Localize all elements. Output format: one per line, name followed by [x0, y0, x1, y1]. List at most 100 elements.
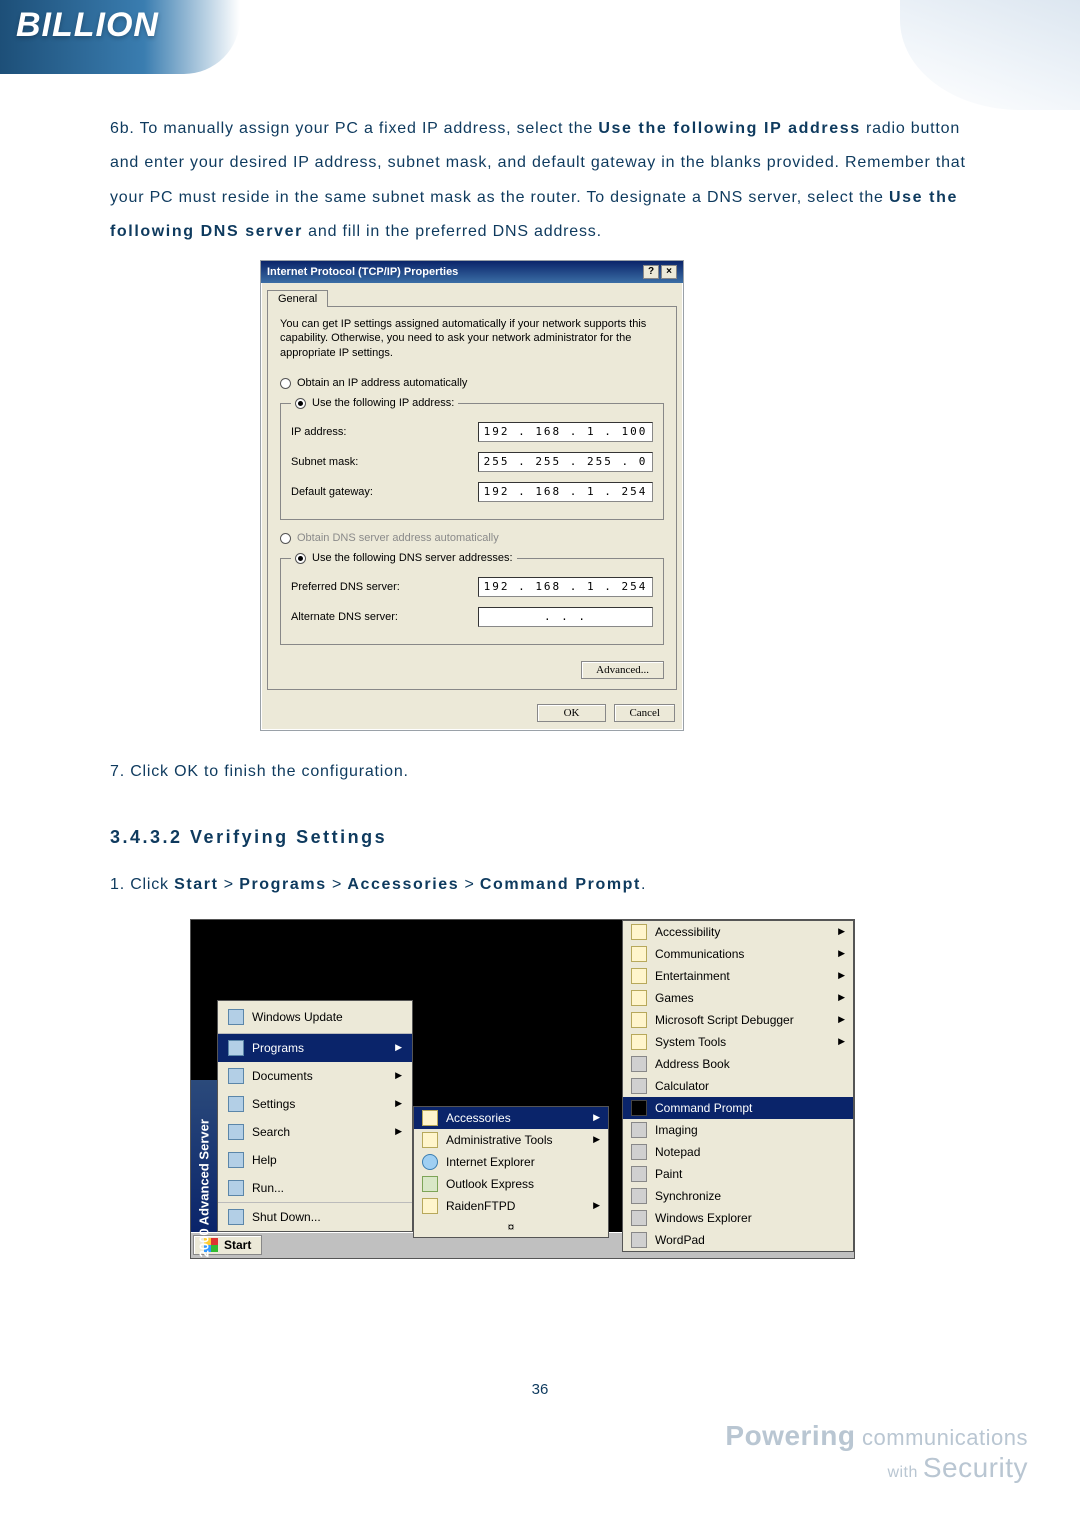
program-icon [631, 1144, 647, 1160]
alternate-dns-input[interactable]: . . . [478, 607, 653, 627]
accessories-item[interactable]: Windows Explorer [623, 1207, 853, 1229]
preferred-dns-input[interactable]: 192 . 168 . 1 . 254 [478, 577, 653, 597]
programs-item[interactable]: Outlook Express [414, 1173, 608, 1195]
program-icon [631, 1210, 647, 1226]
menu-item-label: Accessories [446, 1111, 511, 1125]
accessories-item[interactable]: Microsoft Script Debugger▶ [623, 1009, 853, 1031]
submenu-arrow-icon: ▶ [838, 1036, 845, 1047]
default-gateway-input[interactable]: 192 . 168 . 1 . 254 [478, 482, 653, 502]
accessories-item[interactable]: Command Prompt [623, 1097, 853, 1119]
program-icon [422, 1176, 438, 1192]
dialog-description: You can get IP settings assigned automat… [280, 317, 664, 362]
ok-button[interactable]: OK [537, 704, 607, 722]
desktop-area: Accessibility▶Communications▶Entertainme… [191, 920, 854, 1232]
group-use-dns: Use the following DNS server addresses: … [280, 552, 664, 645]
menu-item-label: Administrative Tools [446, 1133, 553, 1147]
radio-label: Use the following DNS server addresses: [312, 552, 513, 564]
menu-item-label: WordPad [655, 1233, 705, 1247]
radio-use-following-ip[interactable]: Use the following IP address: [291, 397, 458, 409]
start-item-icon [228, 1152, 244, 1168]
radio-icon [295, 553, 306, 564]
accessories-item[interactable]: Calculator [623, 1075, 853, 1097]
cancel-button[interactable]: Cancel [614, 704, 675, 722]
programs-item[interactable]: Accessories▶ [414, 1107, 608, 1129]
menu-item-label: Games [655, 991, 694, 1005]
accessories-item[interactable]: Communications▶ [623, 943, 853, 965]
text-run: and fill in the preferred DNS address. [303, 223, 602, 240]
accessories-item[interactable]: WordPad [623, 1229, 853, 1251]
program-icon [631, 924, 647, 940]
start-item-icon [228, 1009, 244, 1025]
start-button-label: Start [224, 1238, 251, 1252]
footer-text: with [887, 1464, 922, 1481]
start-menu-item[interactable]: Documents▶ [218, 1062, 412, 1090]
menu-item-label: Documents [252, 1069, 313, 1083]
text-run: 1. Click [110, 876, 174, 893]
start-menu-item[interactable]: Settings▶ [218, 1090, 412, 1118]
radio-icon [295, 398, 306, 409]
submenu-arrow-icon: ▶ [838, 926, 845, 937]
subnet-mask-input[interactable]: 255 . 255 . 255 . 0 [478, 452, 653, 472]
footer-text: communications [855, 1425, 1028, 1450]
dialog-titlebar: Internet Protocol (TCP/IP) Properties ? … [261, 261, 683, 283]
program-icon [422, 1110, 438, 1126]
start-menu-item[interactable]: Run... [218, 1174, 412, 1202]
ip-address-input[interactable]: 192 . 168 . 1 . 100 [478, 422, 653, 442]
start-menu-item[interactable]: Search▶ [218, 1118, 412, 1146]
menu-item-label: Microsoft Script Debugger [655, 1013, 794, 1027]
corner-accent [900, 0, 1080, 110]
start-item-icon [228, 1124, 244, 1140]
default-gateway-label: Default gateway: [291, 486, 373, 498]
program-icon [631, 1078, 647, 1094]
radio-use-following-dns[interactable]: Use the following DNS server addresses: [291, 552, 517, 564]
alternate-dns-label: Alternate DNS server: [291, 611, 398, 623]
radio-obtain-ip-auto[interactable]: Obtain an IP address automatically [280, 375, 664, 391]
brand-logo: BILLION [0, 0, 240, 74]
radio-obtain-dns-auto: Obtain DNS server address automatically [280, 530, 664, 546]
submenu-arrow-icon: ▶ [838, 992, 845, 1003]
menu-item-label: Programs [252, 1041, 304, 1055]
tab-general[interactable]: General [267, 290, 328, 307]
programs-item[interactable]: Administrative Tools▶ [414, 1129, 608, 1151]
program-icon [631, 1166, 647, 1182]
text-bold: Command Prompt [480, 876, 641, 893]
text-run: > [459, 876, 480, 893]
group-use-ip: Use the following IP address: IP address… [280, 397, 664, 520]
radio-label: Obtain an IP address automatically [297, 377, 467, 389]
programs-submenu: Accessories▶Administrative Tools▶Interne… [413, 1106, 609, 1238]
programs-item[interactable]: RaidenFTPD▶ [414, 1195, 608, 1217]
subnet-mask-label: Subnet mask: [291, 456, 358, 468]
accessories-item[interactable]: Imaging [623, 1119, 853, 1141]
accessories-item[interactable]: Address Book [623, 1053, 853, 1075]
start-menu-item[interactable]: Help [218, 1146, 412, 1174]
footer-text: Powering [725, 1420, 855, 1451]
close-button[interactable]: × [661, 265, 677, 279]
programs-item[interactable]: ¤ [414, 1217, 608, 1237]
menu-item-label: Command Prompt [655, 1101, 752, 1115]
footer-text: Security [923, 1452, 1028, 1483]
advanced-button[interactable]: Advanced... [581, 661, 664, 679]
accessories-item[interactable]: Accessibility▶ [623, 921, 853, 943]
menu-item-label: ¤ [508, 1220, 515, 1234]
menu-item-label: RaidenFTPD [446, 1199, 515, 1213]
start-menu-item[interactable]: Programs ▶ [218, 1034, 412, 1062]
start-menu-item[interactable]: Windows Update [218, 1001, 412, 1034]
accessories-item[interactable]: Entertainment▶ [623, 965, 853, 987]
submenu-arrow-icon: ▶ [395, 1042, 402, 1053]
help-button[interactable]: ? [643, 265, 659, 279]
accessories-item[interactable]: Paint [623, 1163, 853, 1185]
programs-item[interactable]: Internet Explorer [414, 1151, 608, 1173]
accessories-item[interactable]: System Tools▶ [623, 1031, 853, 1053]
accessories-item[interactable]: Synchronize [623, 1185, 853, 1207]
start-item-icon [228, 1068, 244, 1084]
ip-address-label: IP address: [291, 426, 346, 438]
text-bold: Accessories [347, 876, 459, 893]
menu-item-label: Paint [655, 1167, 682, 1181]
program-icon [631, 1122, 647, 1138]
start-item-icon [228, 1180, 244, 1196]
start-menu-item[interactable]: Shut Down... [218, 1202, 412, 1231]
program-icon [631, 1056, 647, 1072]
tcpip-properties-dialog: Internet Protocol (TCP/IP) Properties ? … [260, 260, 684, 732]
accessories-item[interactable]: Notepad [623, 1141, 853, 1163]
accessories-item[interactable]: Games ▶ [623, 987, 853, 1009]
